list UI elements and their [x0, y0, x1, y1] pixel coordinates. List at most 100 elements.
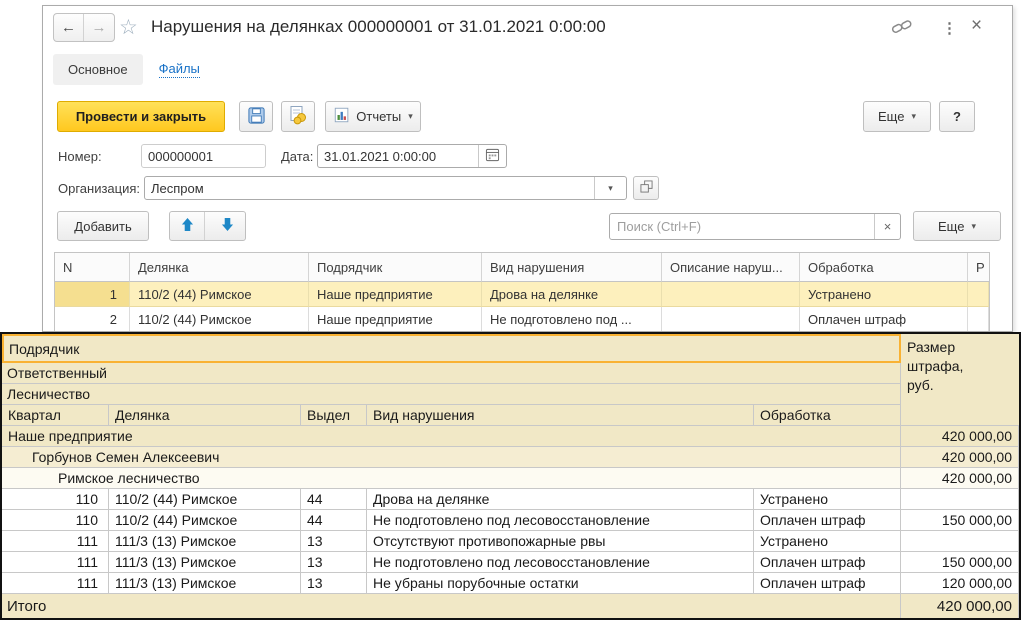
cell-plot[interactable]: 110/2 (44) Римское [109, 489, 301, 510]
cell-processing[interactable]: Оплачен штраф [754, 552, 901, 573]
cell-vydel[interactable]: 44 [301, 489, 367, 510]
cell-vydel[interactable]: 13 [301, 573, 367, 594]
cell-processing[interactable]: Оплачен штраф [754, 510, 901, 531]
group-label[interactable]: Горбунов Семен Алексеевич [2, 447, 901, 468]
post-document-button[interactable] [281, 101, 315, 132]
cell-processing[interactable]: Устранено [754, 489, 901, 510]
group-amount[interactable]: 420 000,00 [901, 447, 1019, 468]
search-input[interactable] [610, 219, 874, 234]
cell-processing[interactable]: Устранено [754, 531, 901, 552]
report-col-plot[interactable]: Делянка [109, 405, 301, 426]
col-header-processing[interactable]: Обработка [800, 253, 968, 282]
link-icon[interactable] [891, 18, 913, 39]
tab-files[interactable]: Файлы [159, 61, 200, 78]
cell-size[interactable] [968, 282, 989, 307]
organization-field[interactable]: Леспром [145, 181, 594, 196]
report-detail-row: 111 111/3 (13) Римское 13 Не убраны пору… [2, 573, 1019, 594]
cell-violation[interactable]: Не убраны порубочные остатки [367, 573, 754, 594]
save-button[interactable] [239, 101, 273, 132]
post-and-close-button[interactable]: Провести и закрыть [57, 101, 225, 132]
cell-amount[interactable]: 150 000,00 [901, 510, 1019, 531]
cell-vydel[interactable]: 13 [301, 552, 367, 573]
total-amount[interactable]: 420 000,00 [901, 594, 1019, 618]
cell-quarter[interactable]: 111 [2, 531, 109, 552]
cell-plot[interactable]: 110/2 (44) Римское [109, 510, 301, 531]
cell-violation[interactable]: Не подготовлено под ... [482, 307, 662, 332]
cell-plot[interactable]: 111/3 (13) Римское [109, 573, 301, 594]
cell-processing[interactable]: Устранено [800, 282, 968, 307]
col-header-description[interactable]: Описание наруш... [662, 253, 800, 282]
more-label: Еще [938, 219, 964, 234]
more-button-table[interactable]: Еще ▾ [913, 211, 1001, 241]
arrow-up-icon [181, 217, 194, 235]
col-header-plot[interactable]: Делянка [130, 253, 309, 282]
cell-vydel[interactable]: 13 [301, 531, 367, 552]
cell-plot[interactable]: 111/3 (13) Римское [109, 531, 301, 552]
report-header-forestry[interactable]: Лесничество [2, 384, 901, 405]
report-header-responsible[interactable]: Ответственный [2, 363, 901, 384]
cell-amount[interactable]: 120 000,00 [901, 573, 1019, 594]
favorite-star-icon[interactable]: ☆ [119, 15, 138, 40]
cell-contractor[interactable]: Наше предприятие [309, 307, 482, 332]
cell-violation[interactable]: Не подготовлено под лесовосстановление [367, 552, 754, 573]
col-header-violation[interactable]: Вид нарушения [482, 253, 662, 282]
cell-plot[interactable]: 110/2 (44) Римское [130, 282, 309, 307]
more-menu-icon[interactable]: ⋮ [942, 19, 957, 37]
cell-quarter[interactable]: 111 [2, 552, 109, 573]
cell-quarter[interactable]: 111 [2, 573, 109, 594]
cell-amount[interactable]: 150 000,00 [901, 552, 1019, 573]
clear-search-icon[interactable]: × [874, 214, 900, 239]
cell-description[interactable] [662, 307, 800, 332]
add-row-button[interactable]: Добавить [57, 211, 149, 241]
move-up-button[interactable] [170, 212, 205, 240]
col-header-contractor[interactable]: Подрядчик [309, 253, 482, 282]
col-header-size[interactable]: Р [968, 253, 989, 282]
report-col-vydel[interactable]: Выдел [301, 405, 367, 426]
organization-dropdown-button[interactable]: ▾ [594, 177, 626, 199]
group-label[interactable]: Наше предприятие [2, 426, 901, 447]
cell-n[interactable]: 2 [55, 307, 130, 332]
cell-violation[interactable]: Не подготовлено под лесовосстановление [367, 510, 754, 531]
report-col-processing[interactable]: Обработка [754, 405, 901, 426]
close-icon[interactable]: × [971, 15, 982, 37]
cell-size[interactable] [968, 307, 989, 332]
cell-violation[interactable]: Отсутствуют противопожарные рвы [367, 531, 754, 552]
document-window: ← → ☆ Нарушения на делянках 000000001 от… [42, 5, 1013, 332]
report-header-contractor[interactable]: Подрядчик [2, 334, 901, 363]
cell-violation[interactable]: Дрова на делянке [482, 282, 662, 307]
report-col-amount[interactable]: Размер штрафа, руб. [901, 334, 1019, 426]
cell-n[interactable]: 1 [55, 282, 130, 307]
total-label[interactable]: Итого [2, 594, 901, 618]
move-down-button[interactable] [210, 212, 245, 240]
cell-quarter[interactable]: 110 [2, 489, 109, 510]
cell-quarter[interactable]: 110 [2, 510, 109, 531]
cell-vydel[interactable]: 44 [301, 510, 367, 531]
forward-button[interactable]: → [84, 14, 114, 41]
more-button-top[interactable]: Еще ▾ [863, 101, 931, 132]
group-amount[interactable]: 420 000,00 [901, 468, 1019, 489]
report-group-row: Наше предприятие 420 000,00 [2, 426, 1019, 447]
calendar-button[interactable] [478, 145, 506, 167]
cell-processing[interactable]: Оплачен штраф [800, 307, 968, 332]
cell-violation[interactable]: Дрова на делянке [367, 489, 754, 510]
cell-amount[interactable] [901, 531, 1019, 552]
back-button[interactable]: ← [54, 14, 84, 41]
open-organization-button[interactable] [633, 176, 659, 200]
cell-plot[interactable]: 111/3 (13) Римское [109, 552, 301, 573]
cell-amount[interactable] [901, 489, 1019, 510]
cell-description[interactable] [662, 282, 800, 307]
group-amount[interactable]: 420 000,00 [901, 426, 1019, 447]
reports-button[interactable]: Отчеты ▾ [325, 101, 421, 132]
chevron-down-icon: ▾ [911, 111, 916, 122]
group-label[interactable]: Римское лесничество [2, 468, 901, 489]
number-field[interactable]: 000000001 [141, 144, 266, 168]
tab-main[interactable]: Основное [53, 54, 143, 85]
col-header-n[interactable]: N [55, 253, 130, 282]
cell-processing[interactable]: Оплачен штраф [754, 573, 901, 594]
cell-plot[interactable]: 110/2 (44) Римское [130, 307, 309, 332]
cell-contractor[interactable]: Наше предприятие [309, 282, 482, 307]
report-col-quarter[interactable]: Квартал [2, 405, 109, 426]
report-col-violation[interactable]: Вид нарушения [367, 405, 754, 426]
date-field[interactable]: 31.01.2021 0:00:00 [318, 149, 478, 164]
help-button[interactable]: ? [939, 101, 975, 132]
